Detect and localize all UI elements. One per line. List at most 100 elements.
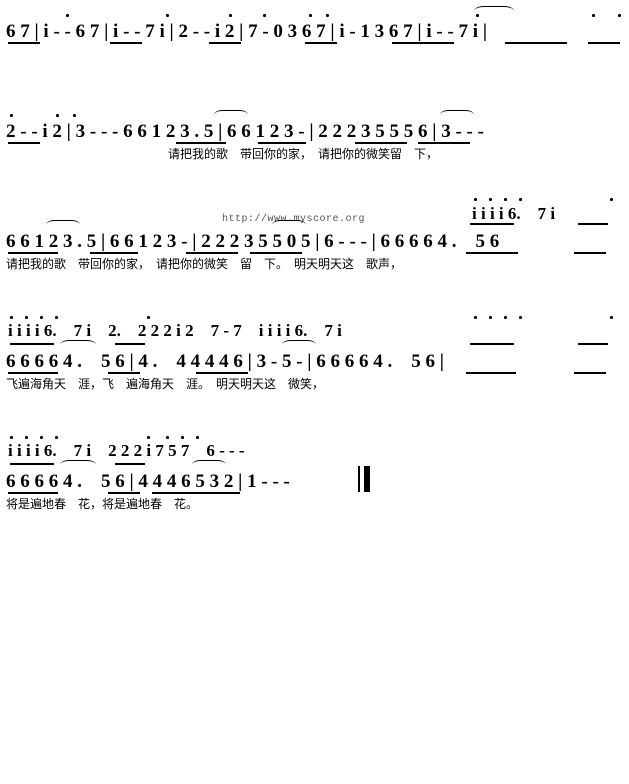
octave-dot <box>504 198 507 201</box>
octave-dot <box>10 316 13 319</box>
octave-dot <box>610 316 613 319</box>
octave-dot <box>55 436 58 439</box>
beam <box>176 142 226 144</box>
lyric-text: 请把我的歌 带回你的家， 请把你的微笑 留 下。 明天明天这 歌声， <box>6 257 403 271</box>
system-4-lyrics: 飞遍海角天 涯，飞 遍海角天 涯。 明天明天这 微笑， <box>6 378 324 390</box>
beam <box>186 252 238 254</box>
system-3-upper-notation: i i i i 6. 7 i <box>472 205 555 222</box>
octave-dot <box>592 14 595 17</box>
beam <box>10 463 54 465</box>
beam <box>8 252 58 254</box>
beam <box>574 252 606 254</box>
octave-dot <box>40 436 43 439</box>
system-5-notation: 6 6 6 6 4 . 5 6 | 4 4 4 6 5 3 2 | 1 - - … <box>6 472 290 491</box>
beam <box>110 42 142 44</box>
slur <box>440 110 474 120</box>
system-3-notation: 6 6 1 2 3 . 5 | 6 6 1 2 3 - | 2 2 2 3 5 … <box>6 232 499 251</box>
beam <box>209 42 241 44</box>
beam <box>90 252 138 254</box>
beam <box>10 343 54 345</box>
beam <box>470 343 514 345</box>
octave-dot <box>489 198 492 201</box>
beam <box>355 142 407 144</box>
slur <box>60 460 96 470</box>
beam <box>470 223 514 225</box>
octave-dot <box>504 316 507 319</box>
octave-dot <box>229 14 232 17</box>
lyric-text: 请把我的歌 带回你的家， 请把你的微笑留 下， <box>168 147 439 161</box>
final-barline-thick <box>364 466 370 492</box>
octave-dot <box>610 198 613 201</box>
slur <box>214 110 248 120</box>
octave-dot <box>66 14 69 17</box>
octave-dot <box>489 316 492 319</box>
octave-dot <box>25 436 28 439</box>
octave-dot <box>147 436 150 439</box>
notation-text: 6 6 1 2 3 . 5 | 6 6 1 2 3 - | 2 2 2 3 5 … <box>6 231 500 252</box>
beam <box>250 252 302 254</box>
beam <box>8 42 40 44</box>
octave-dot <box>326 14 329 17</box>
beam <box>466 372 516 374</box>
slur <box>192 460 226 470</box>
system-2-notation: 2 - - i 2 | 3 - - - 6 6 1 2 3 . 5 | 6 6 … <box>6 122 484 141</box>
octave-dot <box>519 198 522 201</box>
system-4-upper-notation: i i i i 6. 7 i 2. 2 2 2 i 2 7 - 7 i i i … <box>8 322 342 339</box>
octave-dot <box>474 316 477 319</box>
beam <box>8 492 58 494</box>
octave-dot <box>181 436 184 439</box>
upper-notation-text: i i i i 6. 7 i 2. 2 2 2 i 2 7 - 7 i i i … <box>8 321 342 340</box>
system-4-notation: 6 6 6 6 4 . 5 6 | 4 . 4 4 4 4 6 | 3 - 5 … <box>6 352 444 371</box>
upper-notation-text: i i i i 6. 7 i 2 2 2 i 7 5 7 6 - - - <box>8 441 245 460</box>
beam <box>115 463 145 465</box>
upper-notation-text: i i i i 6. 7 i <box>472 204 556 223</box>
beam <box>115 343 145 345</box>
octave-dot <box>10 436 13 439</box>
score-sheet: 6 7 | i - - 6 7 | i - - 7 i | 2 - - i 2 … <box>0 0 629 784</box>
slur <box>272 220 306 230</box>
beam <box>578 223 608 225</box>
notation-text: 6 7 | i - - 6 7 | i - - 7 i | 2 - - i 2 … <box>6 21 488 42</box>
octave-dot <box>56 114 59 117</box>
beam <box>108 492 140 494</box>
octave-dot <box>618 14 621 17</box>
octave-dot <box>196 436 199 439</box>
beam <box>466 252 518 254</box>
octave-dot <box>474 198 477 201</box>
slur <box>282 340 316 350</box>
notation-text: 2 - - i 2 | 3 - - - 6 6 1 2 3 . 5 | 6 6 … <box>6 121 484 142</box>
beam <box>8 372 58 374</box>
beam <box>505 42 567 44</box>
notation-text: 6 6 6 6 4 . 5 6 | 4 4 4 6 5 3 2 | 1 - - … <box>6 471 290 492</box>
system-2-lyrics: 请把我的歌 带回你的家， 请把你的微笑留 下， <box>168 148 438 160</box>
beam <box>392 42 454 44</box>
octave-dot <box>10 114 13 117</box>
system-1-notation: 6 7 | i - - 6 7 | i - - 7 i | 2 - - i 2 … <box>6 22 487 41</box>
system-5-lyrics: 将是遍地春 花，将是遍地春 花。 <box>6 498 198 510</box>
octave-dot <box>147 316 150 319</box>
beam <box>418 142 470 144</box>
octave-dot <box>166 14 169 17</box>
system-5-upper-notation: i i i i 6. 7 i 2 2 2 i 7 5 7 6 - - - <box>8 442 245 459</box>
notation-text: 6 6 6 6 4 . 5 6 | 4 . 4 4 4 4 6 | 3 - 5 … <box>6 351 444 372</box>
lyric-text: 将是遍地春 花，将是遍地春 花。 <box>6 497 199 511</box>
final-barline-thin <box>358 466 360 492</box>
beam <box>108 372 140 374</box>
beam <box>305 42 337 44</box>
octave-dot <box>166 436 169 439</box>
octave-dot <box>55 316 58 319</box>
beam <box>8 142 40 144</box>
beam <box>578 343 608 345</box>
slur <box>60 340 96 350</box>
octave-dot <box>40 316 43 319</box>
lyric-text: 飞遍海角天 涯，飞 遍海角天 涯。 明天明天这 微笑， <box>6 377 325 391</box>
beam <box>258 142 306 144</box>
beam <box>152 492 240 494</box>
beam <box>196 372 248 374</box>
beam <box>574 372 606 374</box>
system-3-lyrics: 请把我的歌 带回你的家， 请把你的微笑 留 下。 明天明天这 歌声， <box>6 258 402 270</box>
octave-dot <box>309 14 312 17</box>
slur <box>46 220 80 230</box>
slur <box>474 6 514 16</box>
octave-dot <box>263 14 266 17</box>
